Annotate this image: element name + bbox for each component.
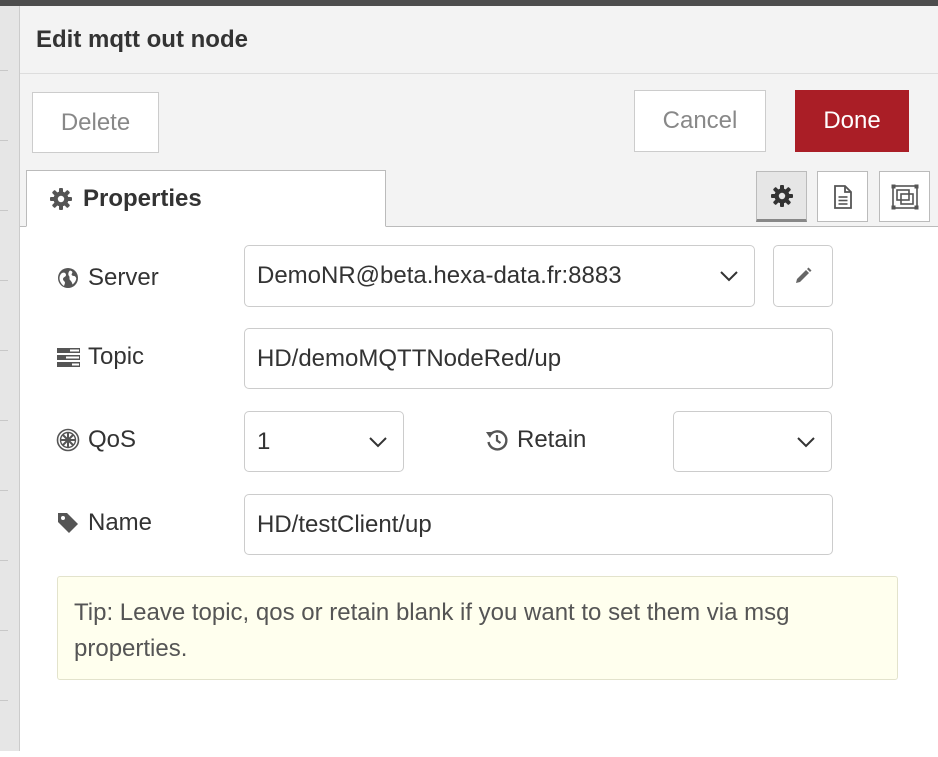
tip-box: Tip: Leave topic, qos or retain blank if… xyxy=(57,576,898,680)
cancel-button[interactable]: Cancel xyxy=(634,90,766,152)
delete-button[interactable]: Delete xyxy=(32,92,159,153)
qos-label-row: QoS xyxy=(56,426,136,454)
server-select[interactable]: DemoNR@beta.hexa-data.fr:8883 xyxy=(244,245,755,307)
tray-toolbar: Delete Cancel Done xyxy=(20,74,938,164)
globe-icon xyxy=(56,266,80,290)
tab-properties[interactable]: Properties xyxy=(26,170,386,227)
grid-tick xyxy=(0,560,8,561)
tab-icon-description[interactable] xyxy=(817,171,868,222)
gear-icon xyxy=(49,187,73,211)
properties-form: Server DemoNR@beta.hexa-data.fr:8883 Top… xyxy=(20,227,938,757)
grid-tick xyxy=(0,210,8,211)
name-label: Name xyxy=(88,509,153,536)
tab-properties-label: Properties xyxy=(83,184,202,212)
chevron-down-icon xyxy=(367,431,389,453)
grid-tick xyxy=(0,140,8,141)
grid-tick xyxy=(0,350,8,351)
description-icon xyxy=(831,184,855,210)
qos-select[interactable]: 1 xyxy=(244,411,404,472)
workspace-edge xyxy=(0,6,20,751)
tray-title: Edit mqtt out node xyxy=(36,26,248,53)
qos-select-value: 1 xyxy=(257,427,271,455)
edit-server-button[interactable] xyxy=(773,245,833,307)
server-label: Server xyxy=(88,264,159,291)
tag-icon xyxy=(56,511,80,535)
tab-bar: Properties xyxy=(20,164,938,227)
grid-tick xyxy=(0,630,8,631)
retain-label-row: Retain xyxy=(485,426,586,454)
topic-input[interactable]: HD/demoMQTTNodeRed/up xyxy=(244,328,833,389)
tray-header: Edit mqtt out node xyxy=(20,6,938,74)
name-input[interactable]: HD/testClient/up xyxy=(244,494,833,555)
chevron-down-icon xyxy=(795,431,817,453)
server-label-row: Server xyxy=(56,264,159,292)
chevron-down-icon xyxy=(718,265,740,287)
empire-icon xyxy=(56,428,80,452)
edit-tray: Edit mqtt out node Delete Cancel Done Pr… xyxy=(20,6,938,751)
grid-tick xyxy=(0,490,8,491)
topic-label-row: Topic xyxy=(56,343,144,371)
history-icon xyxy=(485,428,509,452)
grid-tick xyxy=(0,700,8,701)
retain-label: Retain xyxy=(517,426,587,453)
grid-tick xyxy=(0,420,8,421)
topic-label: Topic xyxy=(88,343,145,370)
server-select-value: DemoNR@beta.hexa-data.fr:8883 xyxy=(257,262,622,289)
qos-label: QoS xyxy=(88,426,137,453)
gear-icon xyxy=(770,184,794,208)
name-label-row: Name xyxy=(56,509,152,537)
tasks-icon xyxy=(56,345,80,369)
retain-select[interactable] xyxy=(673,411,832,472)
tab-icon-appearance[interactable] xyxy=(879,171,930,222)
pencil-icon xyxy=(793,266,813,286)
done-button[interactable]: Done xyxy=(795,90,909,152)
appearance-icon xyxy=(891,184,919,210)
tab-icon-properties[interactable] xyxy=(756,171,807,222)
grid-tick xyxy=(0,280,8,281)
grid-tick xyxy=(0,70,8,71)
